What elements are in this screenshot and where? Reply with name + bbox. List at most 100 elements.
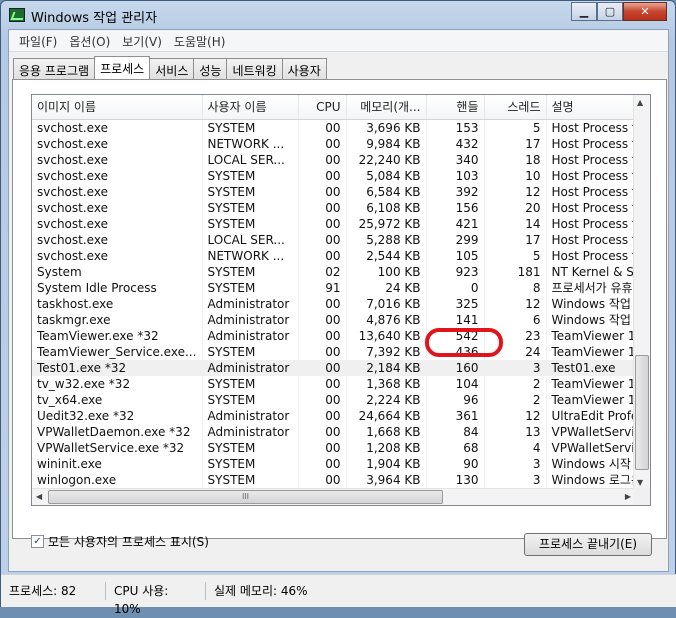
table-cell: Administrator	[202, 407, 299, 424]
table-cell: 00	[298, 295, 347, 312]
scroll-up-icon[interactable]: ▲	[637, 98, 643, 107]
table-cell: 00	[298, 231, 347, 248]
table-cell: 25,972 KB	[346, 215, 427, 232]
table-row[interactable]: TeamViewer.exe *32 Administrator 00 13,640 …	[32, 327, 639, 344]
table-row[interactable]: svchost.exe SYSTEM 00 6,584 KB 392 12 Host Pro…	[32, 183, 639, 200]
column-header-threads[interactable]: 스레드	[484, 95, 547, 120]
table-row[interactable]: svchost.exe SYSTEM 00 25,972 KB 421 14 Host Pr…	[32, 215, 639, 232]
table-row[interactable]: tv_x64.exe SYSTEM 00 2,224 KB 96 2 TeamViewer …	[32, 391, 639, 408]
menu-help[interactable]: 도움말(H)	[168, 30, 232, 51]
show-all-users-checkbox[interactable]: ✓	[31, 535, 44, 548]
menu-view[interactable]: 보기(V)	[116, 30, 168, 51]
table-row[interactable]: TeamViewer_Service.exe... SYSTEM 00 7,392 K…	[32, 343, 639, 360]
table-cell: wininit.exe	[32, 455, 203, 472]
client-area: 파일(F) 옵션(O) 보기(V) 도움말(H) 응용 프로그램 프로세스 서비…	[8, 29, 669, 572]
table-row[interactable]: winlogon.exe SYSTEM 00 3,964 KB 130 3 Windows …	[32, 471, 639, 488]
table-row[interactable]: svchost.exe NETWORK ... 00 9,984 KB 432 17 Hos…	[32, 135, 639, 152]
table-row[interactable]: Uedit32.exe *32 Administrator 00 24,664 KB 3…	[32, 407, 639, 424]
table-cell: 361	[426, 407, 485, 424]
process-list[interactable]: ^ 이미지 이름 사용자 이름 CPU 메모리(개... 핸들 스레드 설명 sv…	[31, 94, 651, 506]
table-cell: Administrator	[202, 423, 299, 440]
task-manager-window: Windows 작업 관리자 ▁ ▢ ✕ 파일(F) 옵션(O) 보기(V) 도…	[0, 0, 676, 616]
table-cell: NT Kernel & S	[546, 263, 639, 280]
table-cell: 7,392 KB	[346, 343, 427, 360]
table-row[interactable]: taskhost.exe Administrator 00 7,016 KB 325 12…	[32, 295, 639, 312]
table-cell: 6,584 KB	[346, 183, 427, 200]
table-row[interactable]: wininit.exe SYSTEM 00 1,904 KB 90 3 Windows 시작	[32, 455, 639, 472]
tab-services[interactable]: 서비스	[149, 58, 195, 79]
table-cell: tv_w32.exe *32	[32, 375, 203, 392]
table-row[interactable]: svchost.exe NETWORK ... 00 2,544 KB 105 5 Host…	[32, 247, 639, 264]
column-header-cpu[interactable]: CPU	[298, 95, 347, 120]
scroll-down-icon[interactable]: ▼	[637, 478, 643, 487]
table-row[interactable]: svchost.exe SYSTEM 00 5,084 KB 103 10 Host Pro…	[32, 167, 639, 184]
table-cell: 22,240 KB	[346, 151, 427, 168]
table-row[interactable]: System Idle Process SYSTEM 91 24 KB 0 8 프로세서가 …	[32, 279, 639, 296]
table-cell: 00	[298, 407, 347, 424]
close-button[interactable]: ✕	[623, 2, 667, 21]
table-cell: 68	[426, 439, 485, 456]
table-cell: 14	[484, 215, 547, 232]
table-row[interactable]: tv_w32.exe *32 SYSTEM 00 1,368 KB 104 2 TeamVi…	[32, 375, 639, 392]
vertical-scrollbar[interactable]: ▲ ▼	[633, 95, 650, 490]
tab-performance[interactable]: 성능	[193, 58, 228, 79]
table-cell: svchost.exe	[32, 247, 203, 264]
column-header-description[interactable]: 설명	[546, 95, 639, 120]
table-cell: 91	[298, 279, 347, 296]
table-cell: NETWORK ...	[202, 135, 299, 152]
show-all-users-toggle[interactable]: ✓ 모든 사용자의 프로세스 표시(S)	[31, 533, 209, 550]
table-cell: 105	[426, 247, 485, 264]
scroll-right-icon[interactable]: ▶	[625, 492, 631, 501]
table-cell: TeamViewer 1	[546, 327, 639, 344]
table-row[interactable]: Test01.exe *32 Administrator 00 2,184 KB 160…	[32, 359, 639, 376]
vertical-scroll-thumb[interactable]	[635, 355, 649, 470]
table-row[interactable]: VPWalletDaemon.exe *32 Administrator 00 1,6…	[32, 423, 639, 440]
table-cell: 00	[298, 375, 347, 392]
table-cell: 00	[298, 343, 347, 360]
table-cell: 392	[426, 183, 485, 200]
maximize-button[interactable]: ▢	[597, 2, 623, 21]
table-cell: 2	[484, 391, 547, 408]
column-header-image-name[interactable]: ^ 이미지 이름	[32, 95, 203, 120]
table-cell: 1,208 KB	[346, 439, 427, 456]
table-cell: 3	[484, 471, 547, 488]
table-cell: SYSTEM	[202, 471, 299, 488]
table-cell: 5	[484, 119, 547, 136]
table-cell: 17	[484, 135, 547, 152]
table-row[interactable]: taskmgr.exe Administrator 00 4,876 KB 141 6 Wi…	[32, 311, 639, 328]
table-row[interactable]: VPWalletService.exe *32 SYSTEM 00 1,208 KB 6…	[32, 439, 639, 456]
table-cell: Administrator	[202, 295, 299, 312]
table-cell: 2,184 KB	[346, 359, 427, 376]
tab-applications[interactable]: 응용 프로그램	[13, 58, 96, 79]
menu-file[interactable]: 파일(F)	[13, 30, 63, 51]
horizontal-scrollbar[interactable]: ◀ III ▶	[32, 488, 635, 505]
tab-networking[interactable]: 네트워킹	[226, 58, 283, 79]
minimize-button[interactable]: ▁	[571, 2, 597, 21]
table-cell: 00	[298, 391, 347, 408]
table-cell: Host Process f	[546, 231, 639, 248]
scroll-left-icon[interactable]: ◀	[36, 492, 42, 501]
table-row[interactable]: System SYSTEM 02 100 KB 923 181 NT Kernel & S	[32, 263, 639, 280]
column-header-user-name[interactable]: 사용자 이름	[202, 95, 299, 120]
table-cell: Administrator	[202, 311, 299, 328]
column-header-handles[interactable]: 핸들	[426, 95, 485, 120]
table-row[interactable]: svchost.exe LOCAL SER... 00 22,240 KB 340 18 H…	[32, 151, 639, 168]
tab-processes[interactable]: 프로세스	[94, 56, 151, 79]
table-row[interactable]: svchost.exe SYSTEM 00 6,108 KB 156 20 Host Pro…	[32, 199, 639, 216]
table-row[interactable]: svchost.exe SYSTEM 00 3,696 KB 153 5 Host Proc…	[32, 119, 639, 136]
processes-panel: ^ 이미지 이름 사용자 이름 CPU 메모리(개... 핸들 스레드 설명 sv…	[12, 79, 667, 539]
table-cell: taskhost.exe	[32, 295, 203, 312]
table-cell: Uedit32.exe *32	[32, 407, 203, 424]
menu-options[interactable]: 옵션(O)	[63, 30, 116, 51]
menu-bar: 파일(F) 옵션(O) 보기(V) 도움말(H)	[9, 30, 668, 52]
horizontal-scroll-thumb[interactable]: III	[48, 490, 443, 504]
table-cell: 00	[298, 423, 347, 440]
tab-users[interactable]: 사용자	[281, 58, 327, 79]
table-cell: Administrator	[202, 359, 299, 376]
table-cell: winlogon.exe	[32, 471, 203, 488]
status-process-count: 프로세스: 82	[1, 582, 106, 600]
table-row[interactable]: svchost.exe LOCAL SER... 00 5,288 KB 299 17 Ho…	[32, 231, 639, 248]
end-process-button[interactable]: 프로세스 끝내기(E)	[524, 533, 652, 556]
column-header-memory[interactable]: 메모리(개...	[346, 95, 427, 120]
table-cell: svchost.exe	[32, 151, 203, 168]
